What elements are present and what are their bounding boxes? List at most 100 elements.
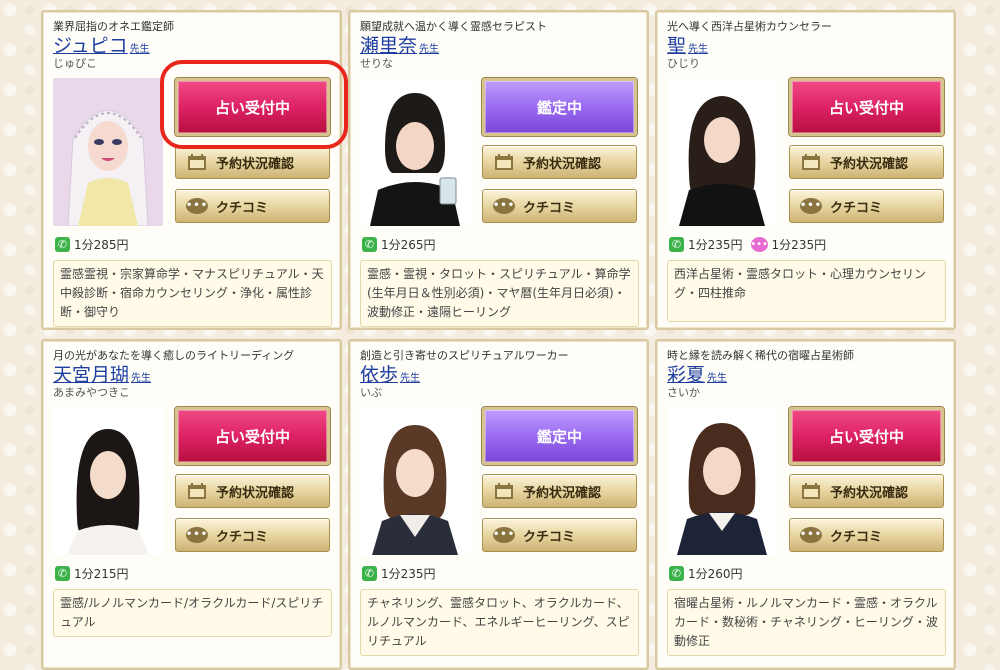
chat-price: 1分235円 [771, 238, 827, 252]
sensei-suffix: 先生 [419, 44, 440, 55]
fortune-teller-grid: 業界屈指のオネエ鑑定師 ジュピコ 先生 じゅぴこ 占い受付中 予約状況確認 •••… [0, 0, 1000, 670]
phone-price: 1分285円 [74, 238, 129, 252]
teller-name-reading: じゅぴこ [53, 57, 97, 70]
reservation-status-button[interactable]: 予約状況確認 [482, 145, 637, 179]
phone-icon: ✆ [669, 566, 684, 581]
reservation-status-label: 予約状況確認 [523, 156, 602, 172]
specialty-tags: 霊感/ルノルマンカード/オラクルカード/スピリチュアル [53, 589, 332, 637]
teller-name-link[interactable]: 依歩 先生 [360, 360, 420, 387]
phone-price: 1分265円 [381, 238, 436, 252]
teller-card: 月の光があなたを導く癒しのライトリーディング 天宮月瑚 先生 あまみやつきこ 占い… [41, 339, 342, 670]
calendar-icon [800, 482, 822, 500]
status-busy-button[interactable]: 鑑定中 [482, 78, 637, 136]
phone-icon: ✆ [55, 237, 70, 252]
reservation-status-button[interactable]: 予約状況確認 [175, 145, 330, 179]
teller-card: 光へ導く西洋占星術カウンセラー 聖先生 ひじり 占い受付中 予約状況確認 •••… [655, 10, 956, 330]
reviews-label: クチコミ [523, 529, 576, 545]
teller-photo[interactable] [667, 407, 777, 555]
teller-name: 天宮月瑚 [53, 364, 130, 386]
teller-portrait-image [53, 78, 163, 226]
teller-name: ジュピコ [53, 35, 128, 57]
teller-name: 聖 [667, 35, 687, 57]
specialty-tags: 霊感霊視・宗家算命学・マナスピリチュアル・天中殺診断・宿命カウンセリング・浄化・… [53, 260, 332, 327]
calendar-icon [493, 153, 515, 171]
teller-name-reading: いぶ [360, 386, 382, 399]
reservation-status-button[interactable]: 予約状況確認 [175, 474, 330, 508]
status-open-button[interactable]: 占い受付中 [789, 407, 944, 465]
reviews-button[interactable]: ••• クチコミ [482, 189, 637, 223]
price-row: ✆ 1分265円 [362, 236, 436, 253]
speech-bubble-icon: ••• [493, 197, 515, 215]
teller-portrait-image [360, 407, 470, 555]
reviews-label: クチコミ [216, 200, 269, 216]
price-row: ✆ 1分235円 [362, 565, 436, 582]
status-open-button[interactable]: 占い受付中 [175, 78, 330, 136]
reservation-status-button[interactable]: 予約状況確認 [789, 145, 944, 179]
status-open-button[interactable]: 占い受付中 [789, 78, 944, 136]
reservation-status-label: 予約状況確認 [216, 156, 295, 172]
phone-price: 1分260円 [688, 567, 743, 581]
teller-name-link[interactable]: 聖先生 [667, 31, 708, 58]
teller-photo[interactable] [360, 78, 470, 226]
speech-bubble-icon: ••• [800, 526, 822, 544]
reviews-button[interactable]: ••• クチコミ [789, 518, 944, 552]
teller-name: 依歩 [360, 364, 399, 386]
sensei-suffix: 先生 [400, 373, 421, 384]
phone-icon: ✆ [55, 566, 70, 581]
calendar-icon [800, 153, 822, 171]
reviews-button[interactable]: ••• クチコミ [789, 189, 944, 223]
speech-bubble-icon: ••• [186, 197, 208, 215]
phone-icon: ✆ [362, 237, 377, 252]
calendar-icon [186, 153, 208, 171]
price-row: ✆ 1分260円 [669, 565, 743, 582]
teller-name: 彩夏 [667, 364, 706, 386]
teller-photo[interactable] [53, 78, 163, 226]
teller-portrait-image [667, 407, 777, 555]
reviews-button[interactable]: ••• クチコミ [175, 189, 330, 223]
speech-bubble-icon: ••• [493, 526, 515, 544]
teller-name-reading: あまみやつきこ [53, 386, 130, 399]
teller-name-link[interactable]: 彩夏 先生 [667, 360, 727, 387]
reviews-button[interactable]: ••• クチコミ [175, 518, 330, 552]
phone-icon: ✆ [669, 237, 684, 252]
reviews-label: クチコミ [830, 529, 883, 545]
specialty-tags: 霊感・霊視・タロット・スピリチュアル・算命学(生年月日＆性別必須)・マヤ暦(生年… [360, 260, 639, 327]
teller-portrait-image [53, 407, 163, 555]
teller-name-link[interactable]: 瀬里奈 先生 [360, 31, 439, 58]
status-open-button[interactable]: 占い受付中 [175, 407, 330, 465]
price-row: ✆ 1分235円 ••• 1分235円 [669, 236, 826, 253]
sensei-suffix: 先生 [688, 44, 709, 55]
specialty-tags: 西洋占星術・霊感タロット・心理カウンセリング・四柱推命 [667, 260, 946, 322]
teller-name-link[interactable]: 天宮月瑚 先生 [53, 360, 151, 387]
teller-card: 時と縁を読み解く稀代の宿曜占星術師 彩夏 先生 さいか 占い受付中 予約状況確認 … [655, 339, 956, 670]
teller-photo[interactable] [667, 78, 777, 226]
teller-photo[interactable] [53, 407, 163, 555]
teller-card: 業界屈指のオネエ鑑定師 ジュピコ 先生 じゅぴこ 占い受付中 予約状況確認 •••… [41, 10, 342, 330]
reviews-label: クチコミ [523, 200, 576, 216]
phone-price: 1分235円 [381, 567, 436, 581]
phone-price: 1分215円 [74, 567, 129, 581]
teller-name-reading: せりな [360, 57, 393, 70]
chat-icon: ••• [750, 237, 768, 252]
speech-bubble-icon: ••• [186, 526, 208, 544]
specialty-tags: 宿曜占星術・ルノルマンカード・霊感・オラクルカード・数秘術・チャネリング・ヒーリ… [667, 589, 946, 656]
reservation-status-button[interactable]: 予約状況確認 [482, 474, 637, 508]
teller-portrait-image [360, 78, 470, 226]
reservation-status-label: 予約状況確認 [830, 156, 909, 172]
teller-card: 創造と引き寄せのスピリチュアルワーカー 依歩 先生 いぶ 鑑定中 予約状況確認 •… [348, 339, 649, 670]
phone-price: 1分235円 [688, 238, 743, 252]
status-busy-button[interactable]: 鑑定中 [482, 407, 637, 465]
teller-portrait-image [667, 78, 777, 226]
reservation-status-label: 予約状況確認 [523, 485, 602, 501]
reservation-status-label: 予約状況確認 [830, 485, 909, 501]
reviews-button[interactable]: ••• クチコミ [482, 518, 637, 552]
sensei-suffix: 先生 [707, 373, 728, 384]
reservation-status-button[interactable]: 予約状況確認 [789, 474, 944, 508]
teller-photo[interactable] [360, 407, 470, 555]
teller-name-link[interactable]: ジュピコ 先生 [53, 31, 150, 58]
reservation-status-label: 予約状況確認 [216, 485, 295, 501]
teller-name-reading: ひじり [667, 57, 700, 70]
speech-bubble-icon: ••• [800, 197, 822, 215]
phone-icon: ✆ [362, 566, 377, 581]
sensei-suffix: 先生 [131, 373, 152, 384]
